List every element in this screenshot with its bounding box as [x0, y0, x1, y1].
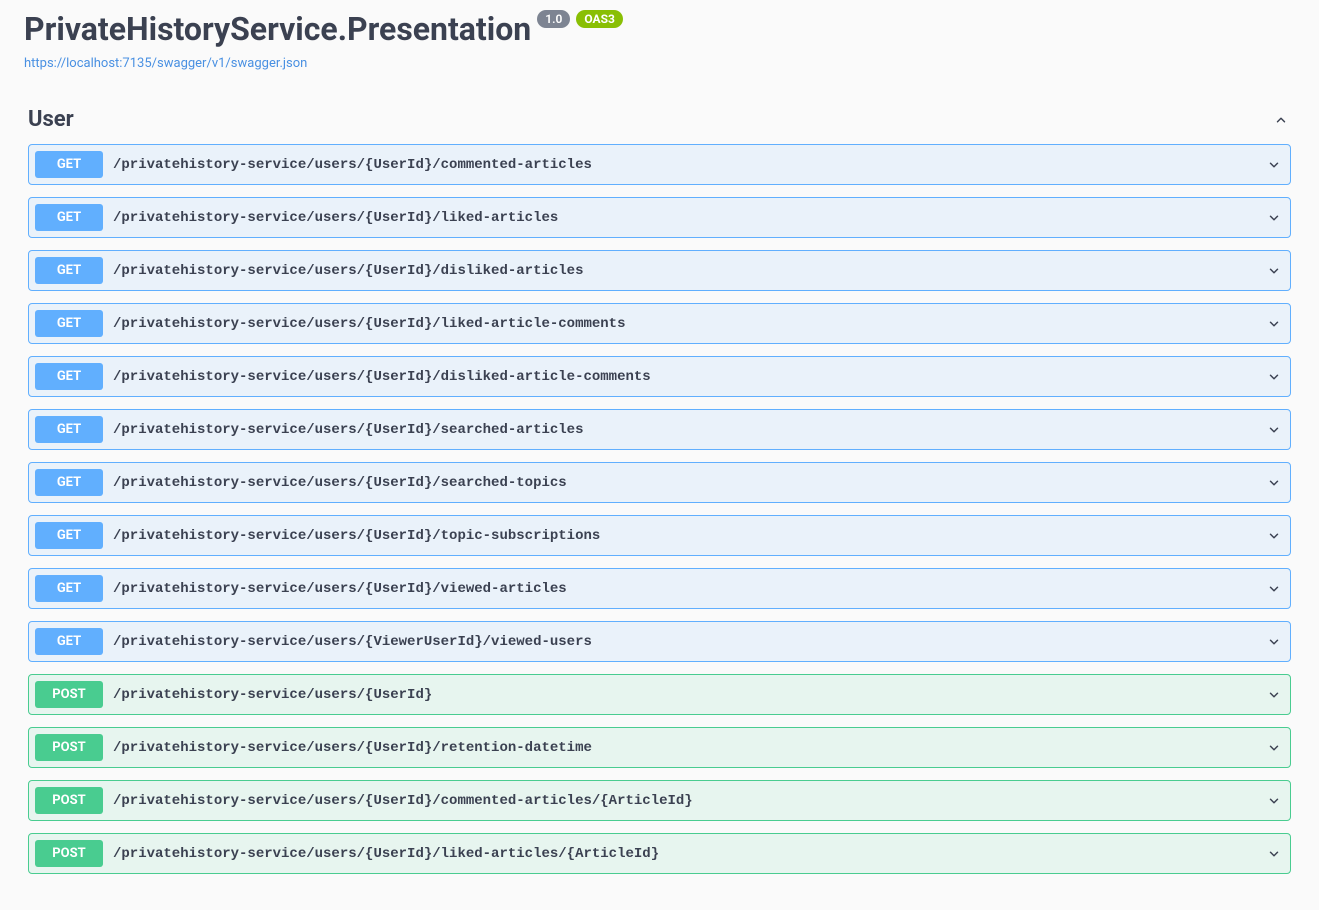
method-badge: GET — [35, 204, 103, 231]
operation-path: /privatehistory-service/users/{UserId}/s… — [113, 422, 1264, 438]
method-badge: GET — [35, 151, 103, 178]
method-badge: POST — [35, 681, 103, 708]
operation-row[interactable]: GET/privatehistory-service/users/{UserId… — [28, 568, 1291, 609]
method-badge: POST — [35, 840, 103, 867]
operation-path: /privatehistory-service/users/{UserId}/c… — [113, 793, 1264, 809]
method-badge: GET — [35, 257, 103, 284]
operation-path: /privatehistory-service/users/{UserId}/t… — [113, 528, 1264, 544]
operation-path: /privatehistory-service/users/{ViewerUse… — [113, 634, 1264, 650]
operation-row[interactable]: GET/privatehistory-service/users/{UserId… — [28, 356, 1291, 397]
method-badge: GET — [35, 416, 103, 443]
operation-path: /privatehistory-service/users/{UserId}/l… — [113, 210, 1264, 226]
method-badge: GET — [35, 575, 103, 602]
spec-link[interactable]: https://localhost:7135/swagger/v1/swagge… — [24, 56, 307, 71]
chevron-down-icon — [1264, 579, 1284, 599]
oas-badge: OAS3 — [576, 10, 623, 28]
operation-row[interactable]: GET/privatehistory-service/users/{UserId… — [28, 303, 1291, 344]
operation-path: /privatehistory-service/users/{UserId}/d… — [113, 263, 1264, 279]
operation-row[interactable]: GET/privatehistory-service/users/{UserId… — [28, 144, 1291, 185]
operation-path: /privatehistory-service/users/{UserId}/c… — [113, 157, 1264, 173]
method-badge: POST — [35, 734, 103, 761]
version-badge: 1.0 — [537, 10, 570, 28]
chevron-down-icon — [1264, 473, 1284, 493]
chevron-up-icon — [1271, 110, 1291, 130]
tag-header[interactable]: User — [24, 99, 1295, 144]
api-header: PrivateHistoryService.Presentation 1.0 O… — [24, 10, 1295, 71]
operation-row[interactable]: GET/privatehistory-service/users/{UserId… — [28, 515, 1291, 556]
operation-path: /privatehistory-service/users/{UserId}/v… — [113, 581, 1264, 597]
chevron-down-icon — [1264, 208, 1284, 228]
operation-path: /privatehistory-service/users/{UserId}/d… — [113, 369, 1264, 385]
chevron-down-icon — [1264, 685, 1284, 705]
method-badge: GET — [35, 310, 103, 337]
chevron-down-icon — [1264, 791, 1284, 811]
operation-path: /privatehistory-service/users/{UserId} — [113, 687, 1264, 703]
chevron-down-icon — [1264, 526, 1284, 546]
operations-list: GET/privatehistory-service/users/{UserId… — [24, 144, 1295, 874]
tag-name: User — [28, 107, 74, 132]
method-badge: GET — [35, 628, 103, 655]
operation-row[interactable]: POST/privatehistory-service/users/{UserI… — [28, 780, 1291, 821]
chevron-down-icon — [1264, 155, 1284, 175]
chevron-down-icon — [1264, 738, 1284, 758]
operation-row[interactable]: GET/privatehistory-service/users/{UserId… — [28, 462, 1291, 503]
operation-row[interactable]: POST/privatehistory-service/users/{UserI… — [28, 727, 1291, 768]
chevron-down-icon — [1264, 367, 1284, 387]
method-badge: GET — [35, 469, 103, 496]
api-title: PrivateHistoryService.Presentation — [24, 10, 531, 48]
chevron-down-icon — [1264, 632, 1284, 652]
method-badge: GET — [35, 522, 103, 549]
operation-path: /privatehistory-service/users/{UserId}/l… — [113, 846, 1264, 862]
chevron-down-icon — [1264, 314, 1284, 334]
method-badge: POST — [35, 787, 103, 814]
operation-row[interactable]: GET/privatehistory-service/users/{UserId… — [28, 250, 1291, 291]
operation-path: /privatehistory-service/users/{UserId}/r… — [113, 740, 1264, 756]
operation-path: /privatehistory-service/users/{UserId}/l… — [113, 316, 1264, 332]
chevron-down-icon — [1264, 420, 1284, 440]
chevron-down-icon — [1264, 261, 1284, 281]
operation-row[interactable]: GET/privatehistory-service/users/{UserId… — [28, 409, 1291, 450]
operation-row[interactable]: POST/privatehistory-service/users/{UserI… — [28, 833, 1291, 874]
tag-section-user: User GET/privatehistory-service/users/{U… — [24, 99, 1295, 874]
operation-row[interactable]: GET/privatehistory-service/users/{Viewer… — [28, 621, 1291, 662]
operation-row[interactable]: GET/privatehistory-service/users/{UserId… — [28, 197, 1291, 238]
operation-row[interactable]: POST/privatehistory-service/users/{UserI… — [28, 674, 1291, 715]
method-badge: GET — [35, 363, 103, 390]
operation-path: /privatehistory-service/users/{UserId}/s… — [113, 475, 1264, 491]
